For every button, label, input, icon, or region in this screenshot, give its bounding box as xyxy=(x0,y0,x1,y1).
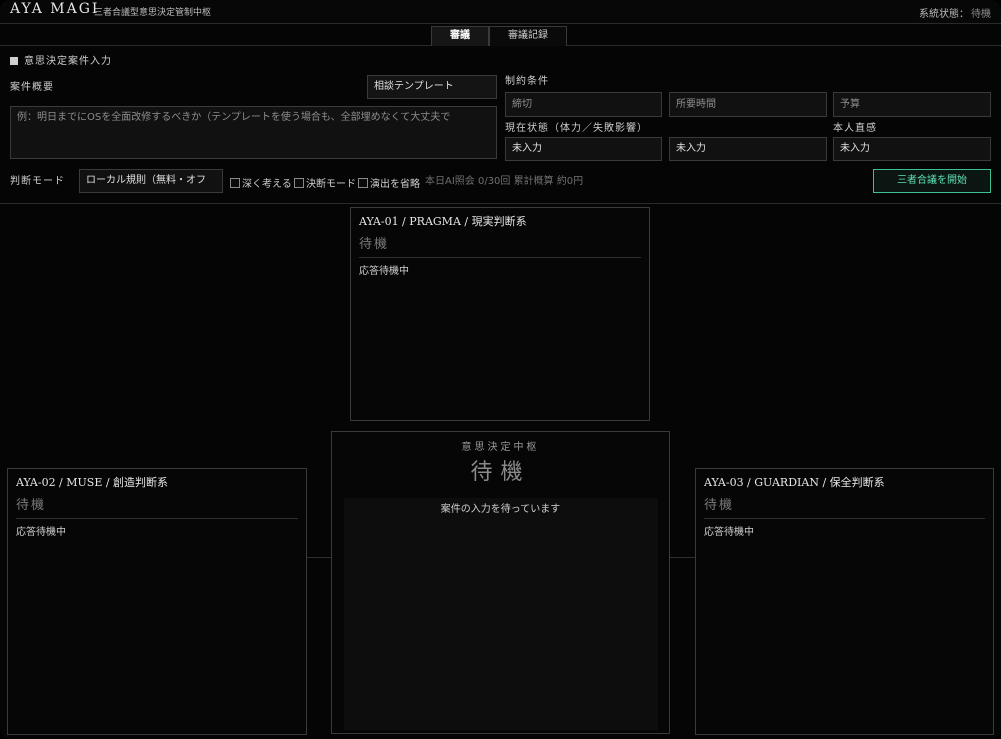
panel-heading: 意思決定案件入力 xyxy=(10,52,112,67)
node-muse-title: AYA-02 / MUSE / 創造判断系 xyxy=(16,476,169,489)
system-status: 系統状態： 待機 xyxy=(919,5,991,20)
node-muse-state: 待機 xyxy=(16,498,47,513)
tab-deliberation[interactable]: 審議 xyxy=(431,26,489,46)
core-label: 意思決定中枢 xyxy=(461,442,540,453)
app-title: AYA MAGI xyxy=(10,1,100,17)
deep-think-option[interactable]: 深く考える xyxy=(230,175,292,190)
summary-label: 案件概要 xyxy=(10,82,54,93)
node-guardian-response: 応答待機中 xyxy=(704,527,754,538)
template-button[interactable]: 相談テンプレート xyxy=(367,75,497,99)
current-state-label: 現在状態（体力／失敗影響） xyxy=(505,123,648,134)
decision-mode-label: 決断モード xyxy=(306,179,356,190)
mode-select[interactable]: ローカル規則（無料・オフ xyxy=(79,169,223,193)
node-pragma-title: AYA-01 / PRAGMA / 現実判断系 xyxy=(359,215,527,228)
intuition-select[interactable]: 未入力 xyxy=(833,137,991,161)
deep-think-checkbox[interactable] xyxy=(230,178,240,188)
connector-right xyxy=(670,557,695,558)
constraints-label: 制約条件 xyxy=(505,76,549,87)
node-pragma: AYA-01 / PRAGMA / 現実判断系 待機 応答待機中 xyxy=(350,207,650,421)
mode-label: 判断モード xyxy=(10,176,65,187)
node-guardian-state: 待機 xyxy=(704,498,735,513)
square-icon xyxy=(10,57,18,65)
skip-effects-option[interactable]: 演出を省略 xyxy=(358,175,420,190)
connector-left xyxy=(307,557,331,558)
app-window: AYA MAGI 三者合議型意思決定管制中枢 系統状態： 待機 審議 審議記録 意… xyxy=(0,0,1001,739)
node-pragma-state: 待機 xyxy=(359,237,390,252)
decision-mode-option[interactable]: 決断モード xyxy=(294,175,356,190)
failure-impact-select[interactable]: 未入力 xyxy=(669,137,827,161)
core-message: 案件の入力を待っています xyxy=(440,504,561,515)
deep-think-label: 深く考える xyxy=(242,179,292,190)
decision-core: 意思決定中枢 待機 案件の入力を待っています xyxy=(331,431,670,734)
skip-effects-label: 演出を省略 xyxy=(370,179,420,190)
app-subtitle: 三者合議型意思決定管制中枢 xyxy=(94,8,212,18)
core-state: 待機 xyxy=(470,460,531,485)
node-guardian-title: AYA-03 / GUARDIAN / 保全判断系 xyxy=(704,476,885,489)
case-input-panel: 意思決定案件入力 案件概要 相談テンプレート 例：明日までにOSを全面改修するべ… xyxy=(0,46,1001,204)
divider xyxy=(16,518,298,519)
system-status-value: 待機 xyxy=(971,9,991,20)
current-state-select[interactable]: 未入力 xyxy=(505,137,662,161)
budget-input[interactable]: 予算 xyxy=(833,92,991,117)
node-pragma-response: 応答待機中 xyxy=(359,266,409,277)
top-bar: AYA MAGI 三者合議型意思決定管制中枢 系統状態： 待機 xyxy=(0,0,1001,24)
deadline-input[interactable]: 締切 xyxy=(505,92,662,117)
tab-deliberation-log[interactable]: 審議記録 xyxy=(489,26,567,46)
start-deliberation-button[interactable]: 三者合議を開始 xyxy=(873,169,991,193)
divider xyxy=(704,518,985,519)
node-guardian: AYA-03 / GUARDIAN / 保全判断系 待機 応答待機中 xyxy=(695,468,994,735)
core-output-area xyxy=(344,498,658,730)
required-time-input[interactable]: 所要時間 xyxy=(669,92,827,117)
summary-textarea[interactable]: 例：明日までにOSを全面改修するべきか（テンプレートを使う場合も、全部埋めなくて… xyxy=(10,106,497,159)
system-status-label: 系統状態： xyxy=(919,9,969,20)
decision-mode-checkbox[interactable] xyxy=(294,178,304,188)
node-muse-response: 応答待機中 xyxy=(16,527,66,538)
ai-quota-text: 本日AI照会 0/30回 累計概算 約0円 xyxy=(425,176,584,187)
skip-effects-checkbox[interactable] xyxy=(358,178,368,188)
intuition-label: 本人直感 xyxy=(833,123,877,134)
divider xyxy=(359,257,641,258)
node-muse: AYA-02 / MUSE / 創造判断系 待機 応答待機中 xyxy=(7,468,307,735)
tab-bar: 審議 審議記録 xyxy=(0,24,1001,46)
panel-heading-text: 意思決定案件入力 xyxy=(24,56,112,67)
